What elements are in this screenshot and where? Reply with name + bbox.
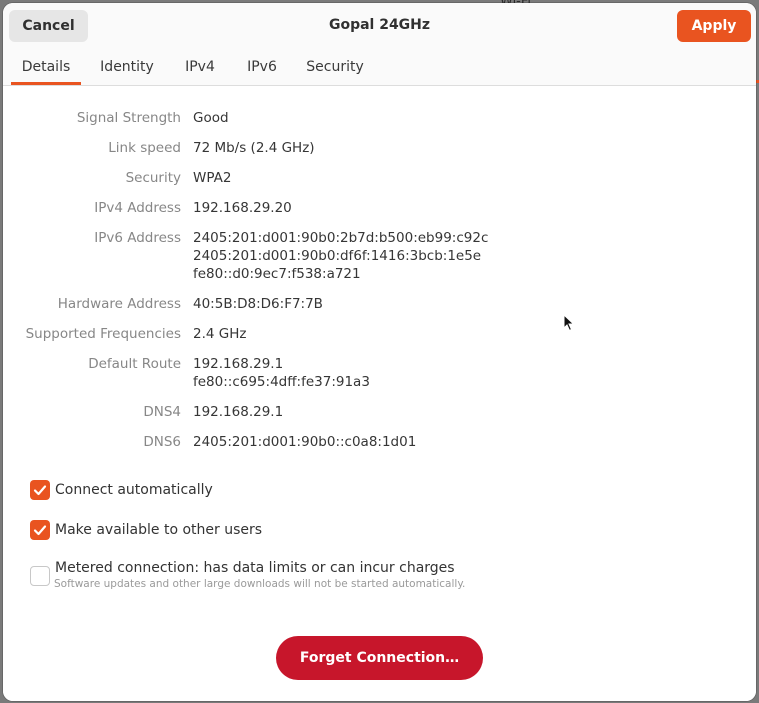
detail-value: 192.168.29.1 bbox=[193, 404, 284, 420]
connect-automatically-label[interactable]: Connect automatically bbox=[55, 481, 213, 499]
metered-connection-sublabel: Software updates and other large downloa… bbox=[54, 578, 466, 590]
detail-label: Supported Frequencies bbox=[25, 326, 181, 342]
detail-label: Link speed bbox=[108, 140, 181, 156]
detail-value: 192.168.29.1 fe80::c695:4dff:fe37:91a3 bbox=[193, 355, 370, 391]
route-line: 192.168.29.1 bbox=[193, 356, 284, 372]
checkmark-icon bbox=[33, 485, 47, 496]
tab-ipv4[interactable]: IPv4 bbox=[178, 49, 222, 85]
available-to-others-checkbox[interactable] bbox=[30, 520, 50, 540]
connection-dialog: Cancel Gopal 24GHz Apply Details Identit… bbox=[3, 3, 756, 701]
tab-details[interactable]: Details bbox=[11, 49, 81, 85]
apply-button[interactable]: Apply bbox=[677, 10, 751, 42]
metered-connection-label[interactable]: Metered connection: has data limits or c… bbox=[55, 559, 455, 577]
tab-identity[interactable]: Identity bbox=[93, 49, 161, 85]
ipv6-address-line: fe80::d0:9ec7:f538:a721 bbox=[193, 266, 361, 282]
route-line: fe80::c695:4dff:fe37:91a3 bbox=[193, 374, 370, 390]
ipv6-address-line: 2405:201:d001:90b0:df6f:1416:3bcb:1e5e bbox=[193, 248, 482, 264]
available-to-others-label[interactable]: Make available to other users bbox=[55, 521, 262, 539]
connect-automatically-checkbox[interactable] bbox=[30, 480, 50, 500]
detail-label: IPv4 Address bbox=[94, 200, 181, 216]
detail-label: Security bbox=[125, 170, 181, 186]
tab-ipv6[interactable]: IPv6 bbox=[240, 49, 284, 85]
detail-value: 40:5B:D8:D6:F7:7B bbox=[193, 296, 323, 312]
mouse-pointer-icon bbox=[563, 313, 575, 336]
forget-connection-button[interactable]: Forget Connection… bbox=[276, 636, 483, 680]
detail-value: 192.168.29.20 bbox=[193, 200, 292, 216]
checkmark-icon bbox=[33, 525, 47, 536]
detail-label: DNS4 bbox=[143, 404, 181, 420]
detail-label: Default Route bbox=[88, 356, 181, 372]
detail-value: WPA2 bbox=[193, 170, 232, 186]
tab-security[interactable]: Security bbox=[300, 49, 370, 85]
header-bar: Cancel Gopal 24GHz Apply bbox=[3, 3, 756, 49]
ipv6-address-line: 2405:201:d001:90b0:2b7d:b500:eb99:c92c bbox=[193, 230, 489, 246]
detail-label: Signal Strength bbox=[76, 110, 181, 126]
metered-connection-checkbox[interactable] bbox=[30, 566, 50, 586]
detail-label: DNS6 bbox=[143, 434, 181, 450]
detail-value: 2405:201:d001:90b0:2b7d:b500:eb99:c92c 2… bbox=[193, 229, 488, 283]
detail-value: 2.4 GHz bbox=[193, 326, 247, 342]
detail-label: IPv6 Address bbox=[94, 230, 181, 246]
detail-label: Hardware Address bbox=[57, 296, 181, 312]
details-panel: Signal Strength Good Link speed 72 Mb/s … bbox=[3, 86, 756, 701]
tab-bar: Details Identity IPv4 IPv6 Security bbox=[3, 49, 756, 86]
detail-value: 2405:201:d001:90b0::c0a8:1d01 bbox=[193, 434, 417, 450]
detail-value: 72 Mb/s (2.4 GHz) bbox=[193, 140, 315, 156]
detail-value: Good bbox=[193, 110, 229, 126]
dialog-title: Gopal 24GHz bbox=[328, 17, 431, 33]
